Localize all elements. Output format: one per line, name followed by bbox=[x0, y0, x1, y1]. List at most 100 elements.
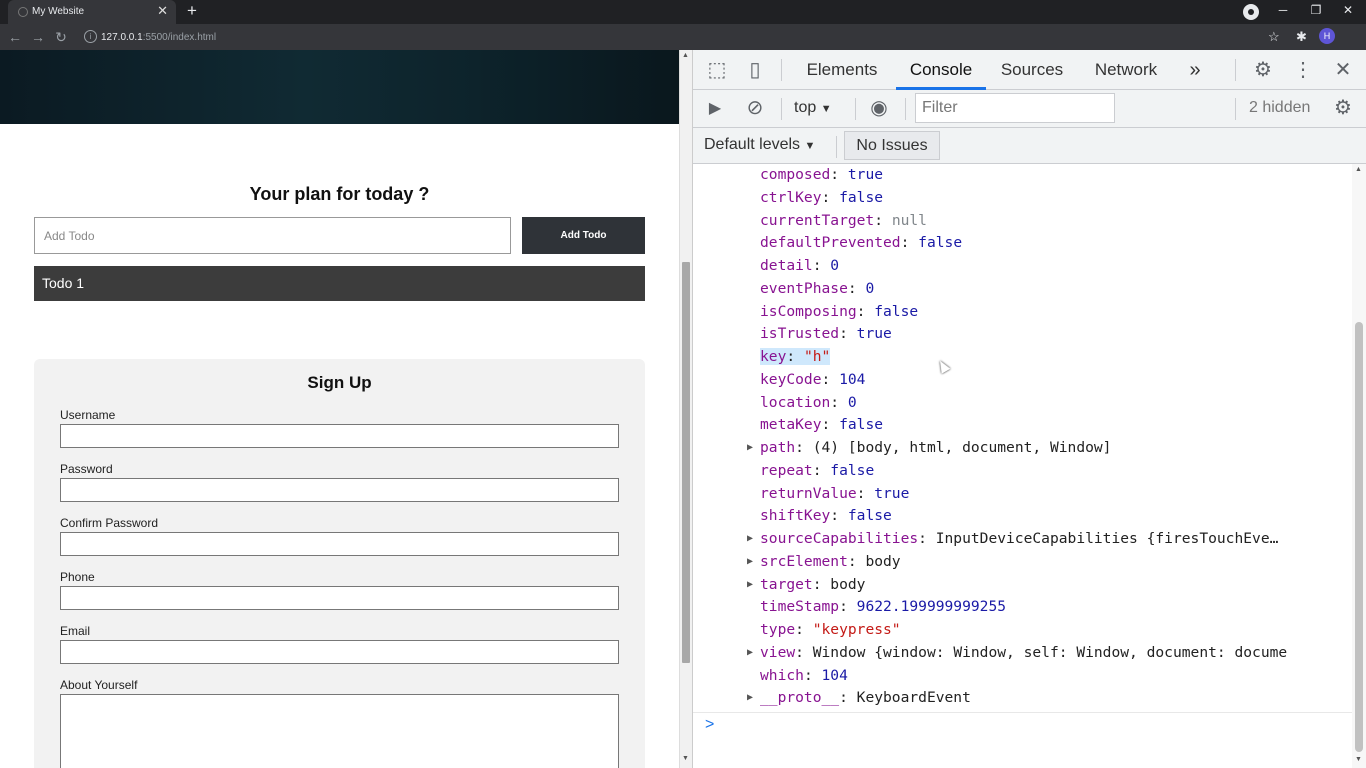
tab-network[interactable]: Network bbox=[1081, 50, 1171, 90]
kebab-menu-icon[interactable]: ⋮ bbox=[1291, 59, 1315, 81]
console-property-line[interactable]: ▶ sourceCapabilities: InputDeviceCapabili… bbox=[747, 528, 1278, 550]
page-scrollbar-thumb[interactable] bbox=[682, 262, 690, 663]
property-key: srcElement bbox=[760, 552, 848, 570]
console-line-content: keyCode: 104 bbox=[760, 371, 865, 388]
scroll-up-arrow-icon[interactable]: ▲ bbox=[682, 52, 689, 59]
colon: : bbox=[847, 552, 866, 570]
separator bbox=[781, 59, 782, 81]
todo-input[interactable] bbox=[34, 217, 511, 254]
username-field[interactable] bbox=[60, 424, 619, 448]
expand-triangle-icon[interactable]: ▶ bbox=[747, 642, 753, 664]
console-property-line: which: 104 bbox=[760, 665, 848, 687]
property-key: composed bbox=[760, 166, 831, 183]
about-textarea[interactable] bbox=[60, 694, 619, 768]
console-line-content: returnValue: true bbox=[760, 485, 909, 502]
console-toolbar: ▶ ⊘ top ▼ ◉ 2 hidden ⚙ bbox=[693, 90, 1366, 128]
clear-console-icon[interactable]: ⊘ bbox=[743, 97, 767, 119]
tab-sources[interactable]: Sources bbox=[991, 50, 1073, 90]
expand-triangle-icon[interactable]: ▶ bbox=[747, 551, 753, 573]
console-prompt-line[interactable]: > bbox=[693, 712, 1353, 768]
property-key: detail bbox=[760, 257, 813, 274]
console-property-line[interactable]: ▶ path: (4) [body, html, document, Window… bbox=[747, 437, 1111, 459]
scroll-down-arrow-icon[interactable]: ▼ bbox=[1355, 756, 1362, 763]
context-selector[interactable]: top ▼ bbox=[794, 99, 832, 117]
prompt-chevron-icon: > bbox=[705, 716, 715, 733]
gear-icon[interactable]: ⚙ bbox=[1251, 59, 1275, 81]
console-scrollbar-thumb[interactable] bbox=[1355, 322, 1363, 752]
property-value: false bbox=[874, 302, 919, 320]
tab-elements[interactable]: Elements bbox=[793, 50, 891, 90]
console-property-line: defaultPrevented: false bbox=[760, 232, 962, 254]
expand-triangle-icon[interactable]: ▶ bbox=[747, 437, 753, 459]
property-value: false bbox=[839, 416, 884, 434]
info-icon[interactable]: i bbox=[84, 30, 97, 43]
todo-item[interactable]: Todo 1 bbox=[34, 266, 645, 301]
console-scrollbar[interactable]: ▲ ▼ bbox=[1352, 164, 1366, 768]
username-label: Username bbox=[60, 408, 116, 422]
console-property-line: currentTarget: null bbox=[760, 210, 927, 232]
avatar[interactable]: H bbox=[1319, 28, 1335, 44]
url-host: 127.0.0.1 bbox=[101, 32, 143, 43]
confirm-password-field[interactable] bbox=[60, 532, 619, 556]
console-line-content: srcElement: body bbox=[760, 553, 901, 570]
console-line-content: currentTarget: null bbox=[760, 212, 927, 229]
console-settings-gear-icon[interactable]: ⚙ bbox=[1331, 97, 1355, 119]
scroll-up-arrow-icon[interactable]: ▲ bbox=[1355, 166, 1362, 173]
sidebar-toggle-icon[interactable]: ▶ bbox=[703, 98, 727, 120]
issues-button[interactable]: No Issues bbox=[844, 131, 940, 160]
colon: : bbox=[795, 439, 813, 456]
console-property-line[interactable]: ▶ srcElement: body bbox=[747, 551, 901, 573]
media-icon[interactable] bbox=[1243, 4, 1259, 20]
console-property-line[interactable]: ▶ __proto__: KeyboardEvent bbox=[747, 687, 971, 709]
email-field[interactable] bbox=[60, 640, 619, 664]
colon: : bbox=[830, 166, 848, 183]
tab-console[interactable]: Console bbox=[896, 50, 986, 90]
phone-field[interactable] bbox=[60, 586, 619, 610]
device-toolbar-icon[interactable]: ▯ bbox=[743, 59, 767, 81]
console-property-line: repeat: false bbox=[760, 460, 874, 482]
console-line-content: sourceCapabilities: InputDeviceCapabilit… bbox=[760, 530, 1278, 547]
property-key: location bbox=[760, 393, 831, 411]
console-property-line: isTrusted: true bbox=[760, 323, 892, 345]
close-icon[interactable]: ✕ bbox=[1331, 59, 1355, 81]
log-levels-dropdown[interactable]: Default levels ▼ bbox=[704, 136, 815, 154]
console-property-line[interactable]: ▶ view: Window {window: Window, self: Win… bbox=[747, 642, 1287, 664]
add-todo-button[interactable]: Add Todo bbox=[522, 217, 645, 254]
browser-tab[interactable]: My Website ✕ bbox=[8, 0, 176, 24]
colon: : bbox=[812, 575, 831, 593]
address-bar[interactable]: i 127.0.0.1:5500/index.html bbox=[80, 27, 1290, 47]
colon: : bbox=[795, 643, 813, 661]
console-line-content: key: "h" bbox=[760, 348, 831, 365]
reload-icon[interactable]: ↻ bbox=[51, 27, 71, 47]
scroll-down-arrow-icon[interactable]: ▼ bbox=[682, 755, 689, 762]
inspect-element-icon[interactable]: ⬚ bbox=[705, 59, 729, 81]
console-property-line[interactable]: ▶ target: body bbox=[747, 574, 865, 596]
console-line-content: target: body bbox=[760, 576, 865, 593]
forward-arrow-icon[interactable]: → bbox=[28, 27, 48, 47]
console-line-content: type: "keypress" bbox=[760, 621, 901, 638]
property-value: 9622.199999999255 bbox=[856, 598, 1007, 616]
extensions-puzzle-icon[interactable]: ✱ bbox=[1296, 29, 1307, 45]
property-key: key bbox=[760, 348, 787, 365]
close-window-icon[interactable]: ✕ bbox=[1338, 3, 1358, 17]
minimize-icon[interactable]: ─ bbox=[1273, 3, 1293, 17]
filter-input[interactable] bbox=[915, 93, 1115, 123]
colon: : bbox=[900, 234, 919, 252]
eye-icon[interactable]: ◉ bbox=[866, 97, 892, 119]
expand-triangle-icon[interactable]: ▶ bbox=[747, 528, 753, 550]
property-value: 0 bbox=[830, 257, 840, 274]
more-tabs-chevron-icon[interactable]: » bbox=[1181, 50, 1209, 90]
password-field[interactable] bbox=[60, 478, 619, 502]
back-arrow-icon[interactable]: ← bbox=[5, 27, 25, 47]
close-tab-icon[interactable]: ✕ bbox=[157, 3, 168, 19]
devtools-tab-bar: ⬚ ▯ Elements Console Sources Network » ⚙… bbox=[693, 50, 1366, 90]
bookmark-star-icon[interactable]: ☆ bbox=[1268, 29, 1280, 45]
page-scrollbar[interactable]: ▲ ▼ bbox=[679, 50, 692, 768]
colon: : bbox=[821, 416, 840, 434]
expand-triangle-icon[interactable]: ▶ bbox=[747, 687, 753, 709]
property-key: sourceCapabilities bbox=[760, 530, 919, 547]
expand-triangle-icon[interactable]: ▶ bbox=[747, 574, 753, 596]
restore-icon[interactable]: ❐ bbox=[1306, 3, 1326, 17]
new-tab-button[interactable]: + bbox=[182, 1, 202, 21]
console-line-content: shiftKey: false bbox=[760, 507, 892, 524]
